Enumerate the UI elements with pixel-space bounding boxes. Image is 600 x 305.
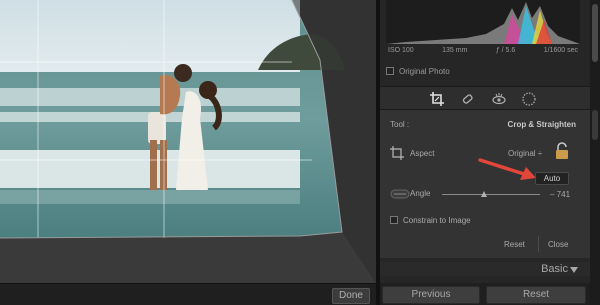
angle-level-icon <box>390 189 410 199</box>
scrollbar-thumb[interactable] <box>592 4 598 62</box>
crop-straighten-panel: Tool : Crop & Straighten Aspect Original… <box>380 110 590 258</box>
panel-scrollbar[interactable] <box>590 0 600 305</box>
previous-button[interactable]: Previous <box>382 286 480 304</box>
tool-strip <box>380 86 590 110</box>
photo-canvas[interactable] <box>0 0 376 283</box>
constrain-label: Constrain to Image <box>403 215 471 225</box>
histogram <box>386 0 580 44</box>
tool-label: Tool : <box>390 120 410 129</box>
reset-button[interactable]: Reset <box>486 286 586 304</box>
tool-name: Crop & Straighten <box>507 120 576 129</box>
aperture-value: ƒ / 5.6 <box>495 47 516 54</box>
constrain-checkbox[interactable] <box>390 216 398 224</box>
aspect-label: Aspect <box>410 149 435 158</box>
crop-tool-icon[interactable] <box>430 92 444 106</box>
original-photo-toggle[interactable]: Original Photo <box>386 65 450 77</box>
basic-panel-label: Basic <box>541 263 568 275</box>
exif-info: ISO 100 135 mm ƒ / 5.6 1/1600 sec <box>386 44 580 58</box>
tool-close-button[interactable]: Close <box>548 240 568 249</box>
red-eye-icon[interactable] <box>492 92 506 106</box>
chevron-down-icon[interactable] <box>570 267 578 273</box>
scrollbar-thumb-secondary[interactable] <box>592 110 598 140</box>
auto-button[interactable]: Auto <box>535 172 569 185</box>
tool-reset-button[interactable]: Reset <box>504 240 525 249</box>
done-button[interactable]: Done <box>332 288 370 304</box>
bottom-bar: Previous Reset <box>380 283 590 305</box>
original-photo-checkbox[interactable] <box>386 67 394 75</box>
aspect-icon <box>390 146 404 160</box>
canvas-toolbar: Done <box>0 283 376 305</box>
constrain-to-image-toggle[interactable]: Constrain to Image <box>390 215 471 225</box>
original-photo-label: Original Photo <box>399 66 450 76</box>
photo-preview <box>0 0 376 283</box>
shutter-speed-value: 1/1600 sec <box>543 47 578 54</box>
angle-slider-thumb[interactable] <box>481 191 488 197</box>
focal-length-value: 135 mm <box>442 47 468 54</box>
annotation-arrow-icon <box>478 158 536 180</box>
iso-value: ISO 100 <box>388 47 414 54</box>
basic-panel-header[interactable]: Basic <box>380 262 590 276</box>
divider <box>538 236 539 252</box>
right-panel: ISO 100 135 mm ƒ / 5.6 1/1600 sec Origin… <box>380 0 600 305</box>
angle-label: Angle <box>410 189 431 198</box>
healing-brush-icon[interactable] <box>460 92 474 106</box>
lock-icon[interactable] <box>554 142 570 160</box>
angle-slider[interactable] <box>442 191 540 197</box>
radial-filter-icon[interactable] <box>522 92 536 106</box>
angle-value[interactable]: – 741 <box>550 190 570 199</box>
